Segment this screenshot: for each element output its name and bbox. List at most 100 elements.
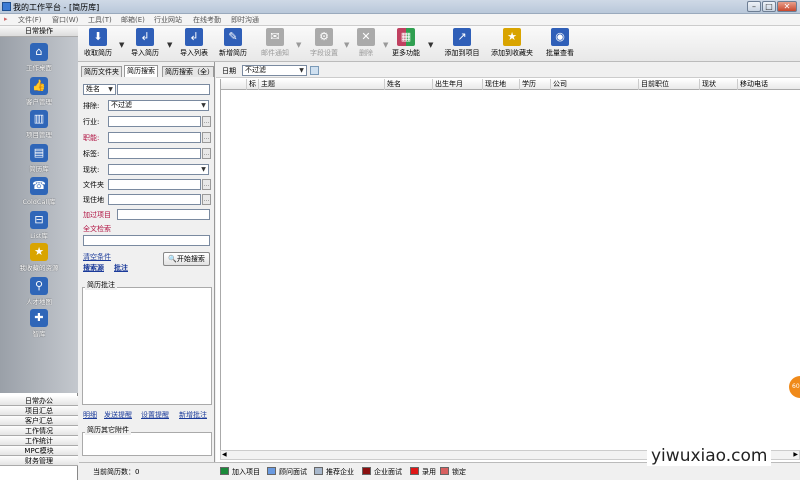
table-header: 标 主题 姓名 出生年月 现住地 学历 公司 目前职位 现状 移动电话 [220,79,800,90]
import-list-button[interactable]: ↲ 导入列表 [174,28,214,61]
tab-resume-search-all[interactable]: 简历搜索（全） [162,66,214,77]
receive-resume-dropdown[interactable]: ▼ [119,41,124,49]
exclude-select[interactable]: 不过滤 ▼ [108,100,209,111]
column-header[interactable]: 姓名 [385,79,433,90]
folder-input[interactable] [108,179,201,190]
note-detail-link[interactable]: 明细 [83,410,97,420]
date-filter-select[interactable]: 不过滤 ▼ [242,65,307,76]
column-header[interactable]: 现状 [700,79,738,90]
menu-window[interactable]: 窗口(W) [52,15,78,25]
fulltext-input[interactable] [83,235,210,246]
import-resume-button[interactable]: ↲ 导入简历 [125,28,165,61]
tag-input[interactable] [108,148,201,159]
residence-picker-icon[interactable]: … [202,194,211,205]
exclude-row: 排除: 不过滤 ▼ [83,100,213,111]
tab-resume-search[interactable]: 简历搜索 [124,65,158,77]
sidebar-item-customers[interactable]: 👍 客户管理 [0,77,78,106]
sidebar-item-favorites[interactable]: ★ 我收藏的资源 [0,243,78,272]
batch-view-button[interactable]: ◉ 批量查看 [540,28,580,61]
delete-button[interactable]: ✕ 删除 [346,28,386,61]
chevron-down-icon: ▼ [108,86,113,93]
mail-notify-button[interactable]: ✉ 邮件通知 [255,28,295,61]
sidebar-item-think-tank[interactable]: ✚ 智库 [0,309,78,338]
name-input[interactable] [117,84,210,95]
home-icon: ⌂ [30,43,48,61]
button-label: 添加到项目 [444,49,480,57]
add-to-favorites-button[interactable]: ★ 添加到收藏夹 [486,28,538,61]
maximize-button[interactable]: □ [762,1,776,12]
sidebar-section-finance[interactable]: 财务管理 [0,456,78,466]
add-to-project-icon: ↗ [453,28,471,46]
menu-file[interactable]: 文件(F) [18,15,42,25]
field-settings-button[interactable]: ⚙ 字段设置 [304,28,344,61]
column-header[interactable]: 出生年月 [433,79,483,90]
function-picker-icon[interactable]: … [202,132,211,143]
sidebar-item-list[interactable]: ⊟ List库 [0,211,78,240]
fulltext-label: 全文检索 [83,225,111,233]
new-note-link[interactable]: 新增批注 [179,410,207,420]
exclude-value: 不过滤 [111,101,132,109]
menu-icon: ▸ [4,15,8,23]
set-reminder-link[interactable]: 设置提醒 [141,410,169,420]
resume-count-label: 当前简历数：0 [93,467,139,477]
sidebar-item-workdesk[interactable]: ⌂ 工作桌面 [0,43,78,72]
industry-row: 行业: … [83,116,213,127]
sidebar-section-customer-summary[interactable]: 客户汇总 [0,416,78,426]
column-header[interactable]: 现住地 [483,79,520,90]
scroll-left-icon[interactable]: ◀ [222,451,227,458]
function-input[interactable] [108,132,201,143]
button-label: 导入列表 [180,49,208,57]
sidebar-section-mpc[interactable]: MPC模块 [0,446,78,456]
menu-tools[interactable]: 工具(T) [88,15,112,25]
menu-industry-sites[interactable]: 行业网站 [154,15,182,25]
send-reminder-link[interactable]: 发送提醒 [104,410,132,420]
more-functions-dropdown[interactable]: ▼ [428,41,433,49]
sidebar-item-projects[interactable]: ▥ 项目管理 [0,110,78,139]
residence-input[interactable] [108,194,201,205]
sidebar-section-work-status[interactable]: 工作情况 [0,426,78,436]
search-source-link[interactable]: 搜索源 [83,263,104,273]
column-header[interactable]: 目前职位 [639,79,700,90]
menu-attendance[interactable]: 在线考勤 [193,15,221,25]
minimize-button[interactable]: – [747,1,761,12]
tab-resume-folder[interactable]: 简历文件夹 [81,66,122,77]
sidebar-section-daily-office[interactable]: 日常办公 [0,396,78,406]
import-resume-dropdown[interactable]: ▼ [167,41,172,49]
name-type-select[interactable]: 姓名 ▼ [83,84,116,95]
scroll-right-icon[interactable]: ▶ [793,451,798,458]
resume-table-body[interactable] [220,90,800,450]
menu-instant-message[interactable]: 即时沟通 [231,15,259,25]
clear-conditions-link[interactable]: 清空条件 [83,252,111,262]
start-search-button[interactable]: 🔍开始搜索 [163,252,210,266]
column-header[interactable]: 学历 [520,79,551,90]
column-header[interactable] [221,79,247,90]
column-header[interactable]: 标 [247,79,259,90]
industry-picker-icon[interactable]: … [202,116,211,127]
added-project-input[interactable] [117,209,210,220]
sidebar-item-resume-library[interactable]: ▤ 简历库 [0,144,78,173]
name-type-value: 姓名 [86,85,100,93]
new-resume-button[interactable]: ✎ 新增简历 [213,28,253,61]
calendar-icon[interactable] [310,66,319,75]
menu-mailbox[interactable]: 邮箱(E) [121,15,145,25]
close-button[interactable]: ✕ [777,1,797,12]
more-functions-button[interactable]: ▦ 更多功能 [386,28,426,61]
folder-picker-icon[interactable]: … [202,179,211,190]
column-header[interactable]: 移动电话 [738,79,800,90]
sidebar-item-coldcall[interactable]: ☎ ColdCall库 [0,177,78,206]
button-label: 删除 [359,49,373,57]
industry-input[interactable] [108,116,201,127]
tag-picker-icon[interactable]: … [202,148,211,159]
phone-icon: ☎ [30,177,48,195]
add-to-project-button[interactable]: ↗ 添加到项目 [440,28,484,61]
sidebar-item-talent-map[interactable]: ⚲ 人才地图 [0,277,78,306]
sidebar-section-project-summary[interactable]: 项目汇总 [0,406,78,416]
column-header[interactable]: 公司 [551,79,639,90]
column-header[interactable]: 主题 [259,79,385,90]
sidebar-item-label: 智库 [32,330,46,338]
status-select[interactable]: ▼ [108,164,209,175]
sidebar-section-work-stats[interactable]: 工作统计 [0,436,78,446]
mail-notify-dropdown[interactable]: ▼ [296,41,301,49]
note-link[interactable]: 批注 [114,263,128,273]
receive-resume-button[interactable]: ⬇ 收取简历 [78,28,118,61]
